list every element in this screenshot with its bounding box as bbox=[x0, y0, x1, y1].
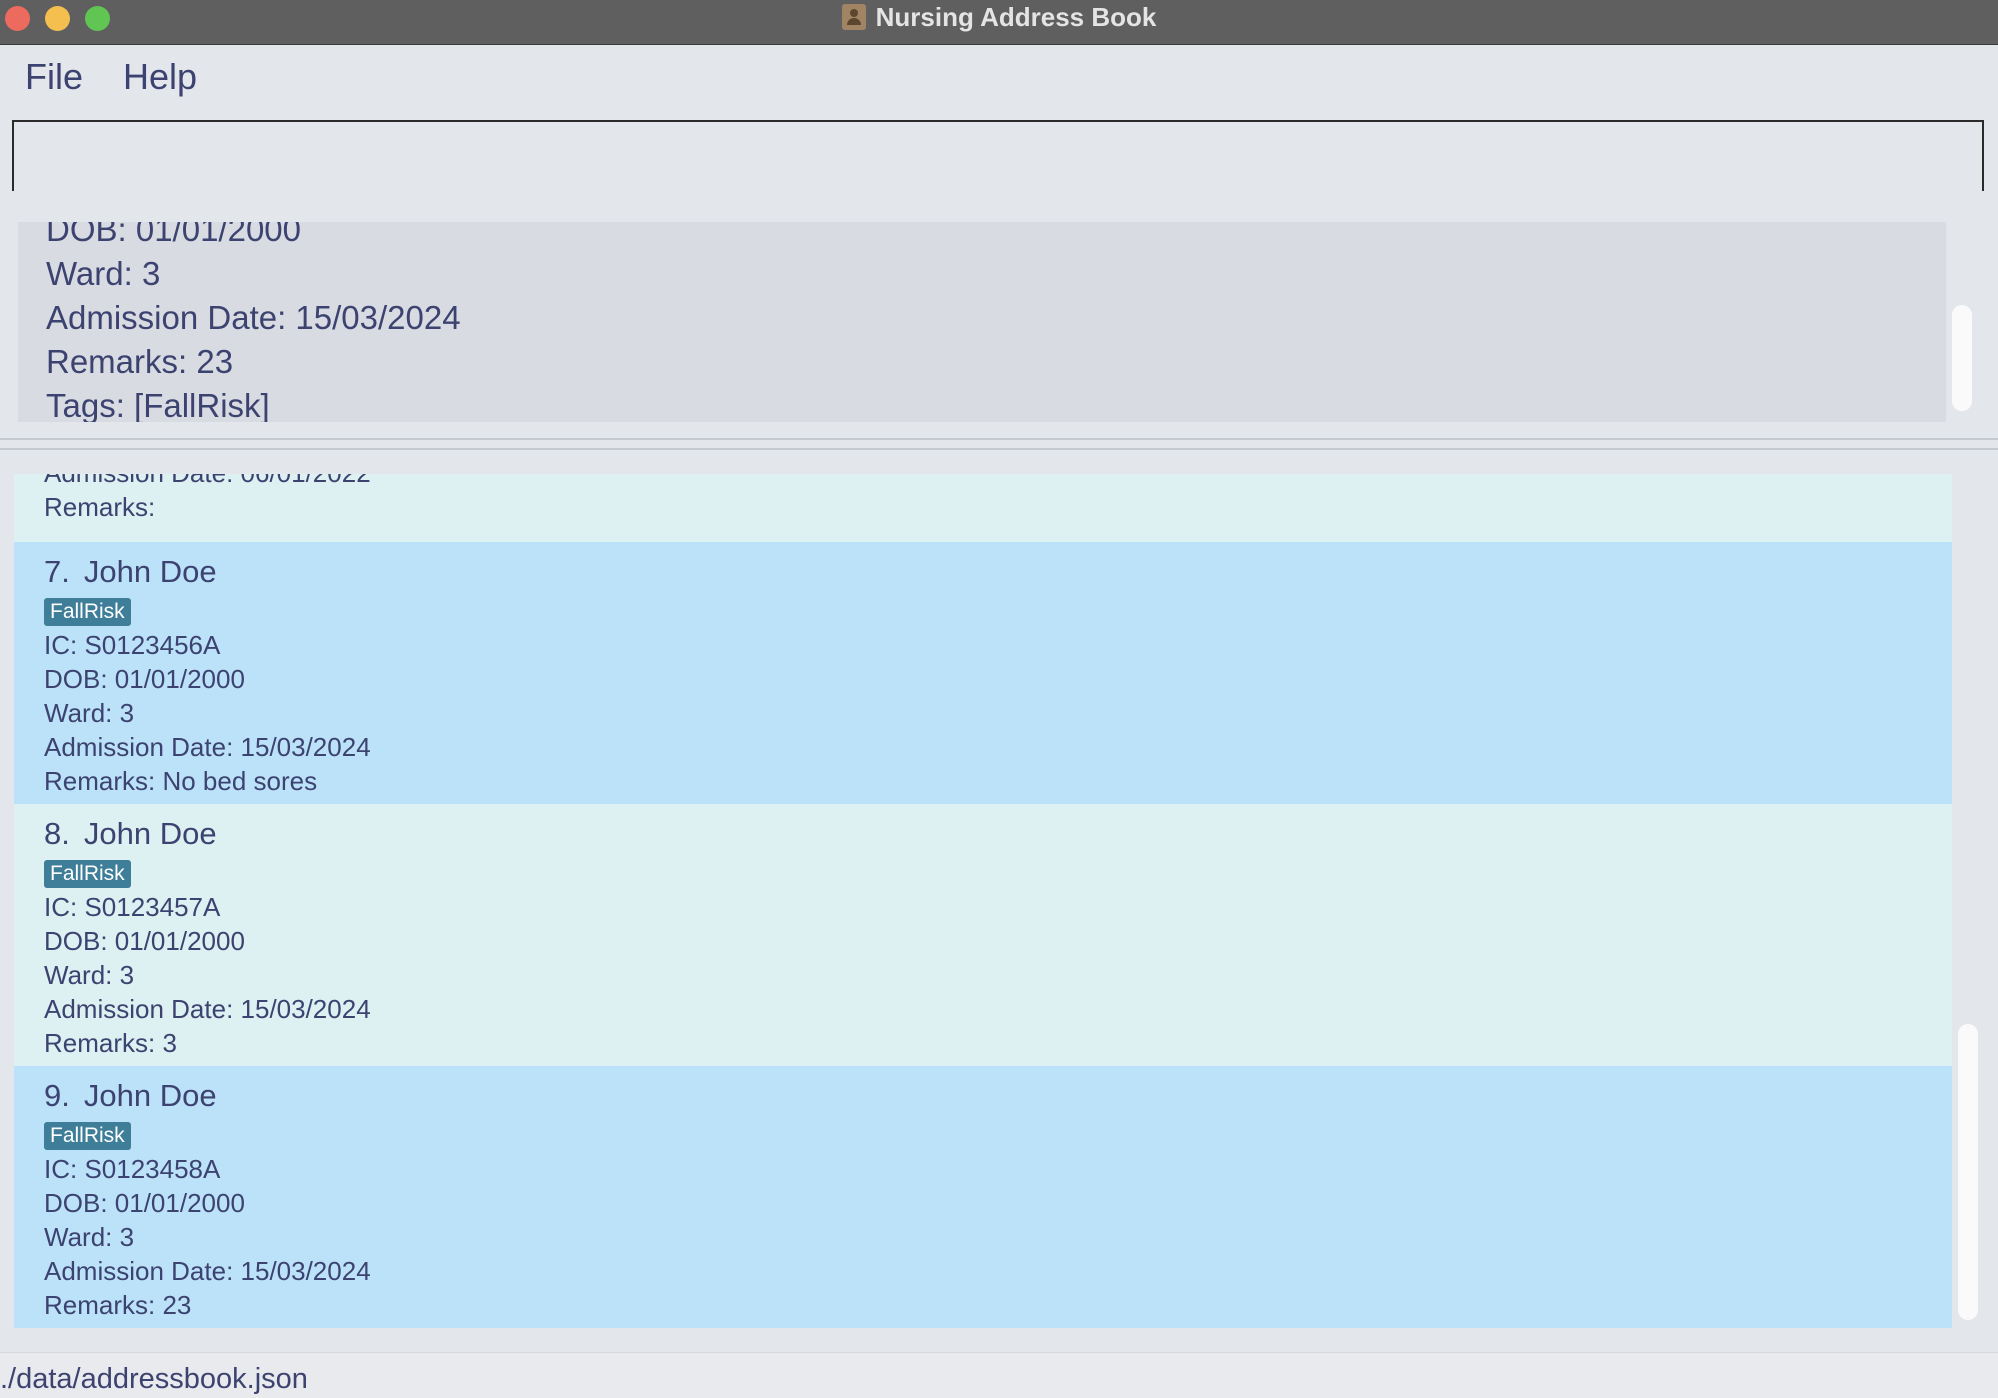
person-tag: FallRisk bbox=[44, 1122, 131, 1150]
menu-file[interactable]: File bbox=[25, 56, 83, 98]
status-bar: ./data/addressbook.json bbox=[0, 1352, 1998, 1398]
person-header: 9. John Doe bbox=[44, 1076, 1952, 1116]
person-card[interactable]: 7. John Doe FallRisk IC: S0123456A DOB: 0… bbox=[14, 542, 1952, 804]
address-book-icon bbox=[841, 4, 866, 30]
person-tag: FallRisk bbox=[44, 598, 131, 626]
person-ward: Ward: 3 bbox=[44, 1222, 135, 1252]
command-input[interactable] bbox=[12, 120, 1984, 191]
person-header: 7. John Doe bbox=[44, 552, 1952, 592]
person-ic: IC: S0123457A bbox=[44, 892, 221, 922]
person-card[interactable]: 8. John Doe FallRisk IC: S0123457A DOB: 0… bbox=[14, 804, 1952, 1066]
menu-help[interactable]: Help bbox=[123, 56, 197, 98]
result-line-ward: Ward: 3 bbox=[46, 255, 161, 292]
person-ward: Ward: 3 bbox=[44, 698, 135, 728]
result-line-dob: DOB: 01/01/2000 bbox=[46, 222, 302, 248]
person-name: John Doe bbox=[83, 554, 217, 589]
person-remarks: Remarks: bbox=[44, 492, 156, 522]
person-list[interactable]: Admission Date: 06/01/2022 Remarks: 7. Jo… bbox=[14, 474, 1952, 1330]
person-ic: IC: S0123456A bbox=[44, 630, 221, 660]
result-text: DOB: 01/01/2000 Ward: 3 Admission Date: … bbox=[46, 222, 461, 422]
list-scrollbar[interactable] bbox=[1958, 1024, 1978, 1320]
person-remarks: Remarks: 23 bbox=[44, 1290, 192, 1320]
person-ward: Ward: 3 bbox=[44, 960, 135, 990]
person-dob: DOB: 01/01/2000 bbox=[44, 926, 245, 956]
menu-bar: File Help bbox=[0, 46, 1998, 108]
result-line-remarks: Remarks: 23 bbox=[46, 343, 234, 380]
window-title-group: Nursing Address Book bbox=[0, 0, 1998, 34]
person-remarks: Remarks: 3 bbox=[44, 1028, 177, 1058]
person-index: 8. bbox=[44, 816, 70, 851]
person-tag: FallRisk bbox=[44, 860, 131, 888]
person-admission: Admission Date: 15/03/2024 bbox=[44, 994, 371, 1024]
person-remarks: Remarks: No bed sores bbox=[44, 766, 318, 796]
person-index: 9. bbox=[44, 1078, 70, 1113]
person-header: 8. John Doe bbox=[44, 814, 1952, 854]
person-admission: Admission Date: 15/03/2024 bbox=[44, 1256, 371, 1286]
window-title: Nursing Address Book bbox=[875, 1, 1157, 32]
person-index: 7. bbox=[44, 554, 70, 589]
status-file-path: ./data/addressbook.json bbox=[0, 1363, 308, 1395]
person-ic: IC: S0123458A bbox=[44, 1154, 221, 1184]
person-admission: Admission Date: 15/03/2024 bbox=[44, 732, 371, 762]
panel-divider[interactable] bbox=[0, 438, 1998, 440]
person-card[interactable]: 9. John Doe FallRisk IC: S0123458A DOB: 0… bbox=[14, 1066, 1952, 1328]
result-scrollbar[interactable] bbox=[1952, 305, 1972, 411]
result-line-admission: Admission Date: 15/03/2024 bbox=[46, 299, 461, 336]
person-name: John Doe bbox=[83, 816, 217, 851]
person-dob: DOB: 01/01/2000 bbox=[44, 1188, 245, 1218]
person-dob: DOB: 01/01/2000 bbox=[44, 664, 245, 694]
person-admission: Admission Date: 06/01/2022 bbox=[44, 474, 1952, 490]
person-name: John Doe bbox=[83, 1078, 217, 1113]
result-line-tags: Tags: [FallRisk] bbox=[46, 387, 270, 422]
person-card-partial[interactable]: Admission Date: 06/01/2022 Remarks: bbox=[14, 474, 1952, 542]
window-title-bar: Nursing Address Book bbox=[0, 0, 1998, 45]
result-display[interactable]: DOB: 01/01/2000 Ward: 3 Admission Date: … bbox=[18, 222, 1946, 422]
panel-divider-lower bbox=[0, 448, 1998, 450]
